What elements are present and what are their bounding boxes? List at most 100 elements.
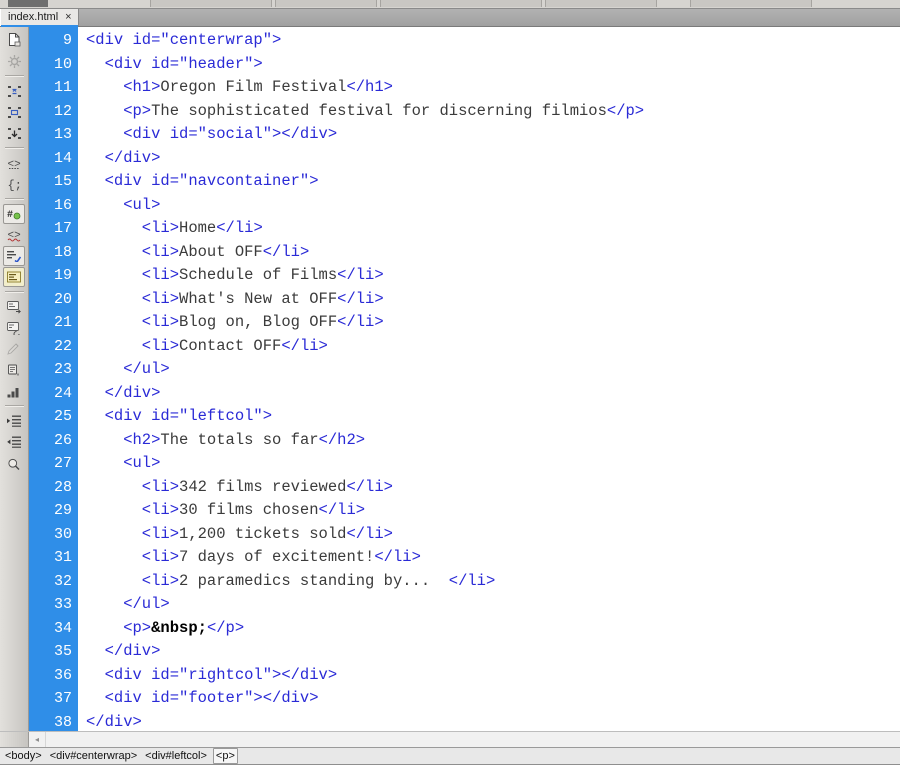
line-number: 30: [53, 525, 72, 543]
code-token-txt: 1,200 tickets sold: [179, 524, 347, 543]
tab-index-html[interactable]: index.html ×: [0, 9, 79, 27]
code-token-txt: Blog on, Blog OFF: [179, 313, 338, 331]
code-line[interactable]: <li>30 films chosen</li>: [86, 499, 900, 523]
code-line[interactable]: <div id="navcontainer">: [86, 170, 900, 194]
code-line[interactable]: <li>Schedule of Films</li>: [86, 264, 900, 288]
code-token-tag: </li>: [216, 219, 263, 237]
code-line[interactable]: <li>342 films reviewed</li>: [86, 476, 900, 500]
line-number-gutter: 9 10 11 12 13 14 15 16 17 18 19 20 21 22 23 24 25 26 27 28 2…: [29, 27, 78, 731]
line-number: 22: [53, 337, 72, 355]
tag-selector-bar: <body> <div#centerwrap> <div#leftcol> <p>: [0, 747, 900, 765]
line-number: 38: [53, 713, 72, 731]
code-line[interactable]: </ul>: [86, 593, 900, 617]
code-line[interactable]: <p>&nbsp;</p>: [86, 617, 900, 641]
decrease-indent-icon[interactable]: [3, 432, 25, 452]
format-source-code-icon[interactable]: [3, 381, 25, 401]
scrollbar-track[interactable]: [46, 732, 900, 747]
open-documents-icon[interactable]: [3, 30, 25, 50]
code-line[interactable]: <div id="rightcol"></div>: [86, 664, 900, 688]
code-line[interactable]: <div id="footer"></div>: [86, 687, 900, 711]
code-line[interactable]: <p>The sophisticated festival for discer…: [86, 100, 900, 124]
code-line[interactable]: <ul>: [86, 194, 900, 218]
apply-comment-icon[interactable]: [3, 246, 25, 266]
code-line[interactable]: </div>: [86, 711, 900, 732]
code-line[interactable]: <li>Contact OFF</li>: [86, 335, 900, 359]
close-icon[interactable]: ×: [65, 12, 71, 23]
line-number: 9: [62, 32, 72, 49]
code-line[interactable]: <li>Blog on, Blog OFF</li>: [86, 311, 900, 335]
line-number: 20: [53, 290, 72, 308]
code-line[interactable]: <li>1,200 tickets sold</li>: [86, 523, 900, 547]
code-token-tag: <li>: [86, 242, 180, 261]
scroll-left-arrow-icon[interactable]: ◂: [29, 732, 46, 747]
line-number: 10: [53, 55, 72, 73]
code-token-tag: </div>: [86, 148, 161, 167]
tag-selector-item-1[interactable]: <div#centerwrap>: [48, 749, 139, 763]
collapse-outside-selection-icon[interactable]: [3, 81, 25, 101]
code-token-txt: Oregon Film Festival: [160, 78, 347, 96]
editor-area: <> {;} # <>: [0, 27, 900, 731]
code-token-txt: Home: [179, 219, 217, 237]
line-number: 17: [53, 220, 72, 237]
remove-comment-icon[interactable]: [3, 267, 25, 287]
toolbar-separator: [4, 75, 24, 77]
code-token-txt: Schedule of Films: [179, 266, 338, 284]
code-view[interactable]: 9 10 11 12 13 14 15 16 17 18 19 20 21 22 23 24 25 26 27 28 2…: [29, 27, 900, 731]
code-line[interactable]: <li>7 days of excitement!</li>: [86, 546, 900, 570]
code-token-tag: </li>: [318, 501, 366, 519]
indent-code-icon[interactable]: [3, 360, 25, 380]
code-token-tag: </li>: [448, 571, 496, 590]
expand-all-icon[interactable]: [3, 123, 25, 143]
tag-selector-item-2[interactable]: <div#leftcol>: [143, 749, 209, 763]
code-line[interactable]: <ul>: [86, 452, 900, 476]
code-line[interactable]: <div id="social"></div>: [86, 123, 900, 147]
code-line[interactable]: <div id="header">: [86, 53, 900, 77]
code-line[interactable]: </div>: [86, 640, 900, 664]
code-line[interactable]: <li>2 paramedics standing by... </li>: [86, 570, 900, 594]
code-token-tag: <p>: [86, 618, 152, 637]
code-token-ent: &nbsp;: [151, 618, 207, 637]
code-line[interactable]: <li>About OFF</li>: [86, 241, 900, 265]
code-line[interactable]: </ul>: [86, 358, 900, 382]
collapse-selection-icon[interactable]: [3, 102, 25, 122]
code-line[interactable]: <li>Home</li>: [86, 217, 900, 241]
balance-braces-icon[interactable]: {;}: [3, 174, 25, 194]
select-parent-tag-icon[interactable]: <>: [3, 153, 25, 173]
recent-snippets-icon[interactable]: [3, 318, 25, 338]
increase-indent-icon[interactable]: [3, 411, 25, 431]
wrap-tag-icon[interactable]: [3, 297, 25, 317]
code-token-tag: </p>: [206, 618, 245, 637]
tab-label: index.html: [8, 11, 59, 23]
code-token-tag: <li>: [86, 548, 180, 566]
code-token-tag: <div id="centerwrap">: [86, 31, 282, 49]
line-number: 23: [53, 361, 72, 378]
code-token-tag: </li>: [374, 548, 421, 566]
code-line[interactable]: <h2>The totals so far</h2>: [86, 429, 900, 453]
line-numbers-icon[interactable]: #: [3, 204, 25, 224]
code-line[interactable]: <li>What's New at OFF</li>: [86, 288, 900, 312]
line-number: 35: [53, 643, 72, 660]
code-line[interactable]: <h1>Oregon Film Festival</h1>: [86, 76, 900, 100]
line-number: 32: [53, 572, 72, 590]
code-token-txt: 342 films reviewed: [179, 477, 347, 496]
code-token-txt: 30 films chosen: [179, 501, 319, 519]
show-code-navigator-icon[interactable]: [3, 453, 25, 473]
code-line[interactable]: </div>: [86, 147, 900, 171]
code-token-tag: <li>: [86, 313, 180, 331]
panel-strip-segment: [545, 0, 657, 7]
code-token-tag: <li>: [86, 524, 180, 543]
panel-strip-chip: [8, 0, 48, 7]
tag-selector-item-0[interactable]: <body>: [3, 749, 44, 763]
code-line[interactable]: <div id="leftcol">: [86, 405, 900, 429]
code-token-tag: <div id="header">: [86, 54, 263, 73]
code-text[interactable]: <div id="centerwrap"> <div id="header"> …: [78, 27, 900, 731]
code-token-tag: <li>: [86, 219, 180, 237]
code-line[interactable]: <div id="centerwrap">: [86, 29, 900, 53]
code-line[interactable]: </div>: [86, 382, 900, 406]
code-token-tag: </h2>: [318, 430, 366, 449]
code-token-txt: The sophisticated festival for discernin…: [151, 101, 607, 120]
horizontal-scrollbar[interactable]: ◂: [0, 731, 900, 747]
code-token-tag: </h1>: [346, 78, 393, 96]
highlight-invalid-code-icon[interactable]: <>: [3, 225, 25, 245]
tag-selector-item-3[interactable]: <p>: [212, 748, 238, 764]
